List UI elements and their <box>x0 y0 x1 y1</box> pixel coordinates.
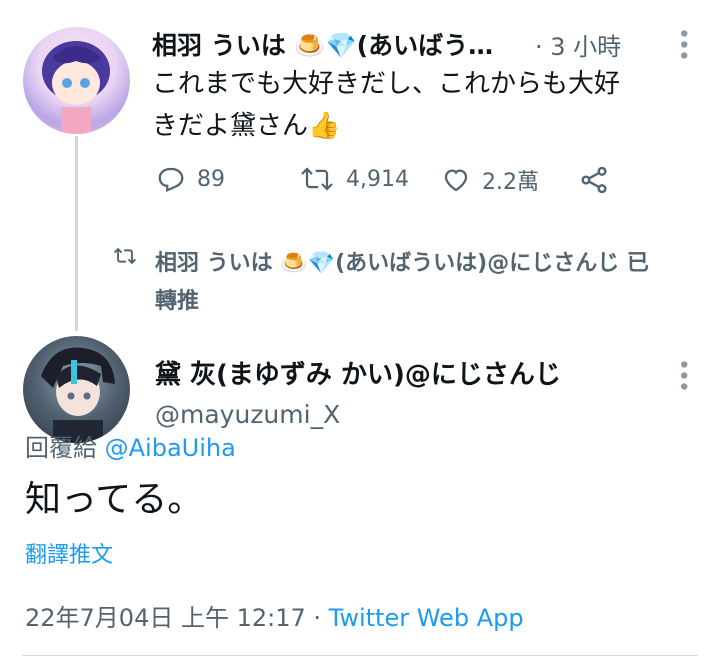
tweet-meta: 22年7月04日 上午 12:17 · Twitter Web App <box>25 598 524 633</box>
reply-button[interactable]: 89 <box>155 164 225 194</box>
reply-mention-link[interactable]: @AibaUiha <box>105 434 236 462</box>
retweet-icon <box>301 167 333 191</box>
like-button[interactable]: 2.2萬 <box>440 164 539 196</box>
reply-context: 回覆給 @AibaUiha <box>25 428 236 463</box>
translate-link[interactable]: 翻譯推文 <box>25 537 113 569</box>
retweet-note-line: 相羽 ういは 🍮💎(あいばういは)@にじさんじ 已 <box>155 251 649 276</box>
share-button[interactable] <box>578 164 610 196</box>
author-name[interactable]: 黛 灰(まゆずみ かい)@にじさんじ <box>155 354 561 391</box>
like-icon <box>444 169 468 192</box>
tweet-text-line: これまでも大好きだし、これからも大好 <box>152 69 621 99</box>
like-count: 2.2萬 <box>482 170 539 195</box>
reply-prefix: 回覆給 <box>25 434 97 462</box>
tweet-text-line: きだよ黛さん👍 <box>152 111 341 141</box>
divider <box>22 655 698 656</box>
share-icon <box>581 166 607 194</box>
retweet-note[interactable]: 相羽 ういは 🍮💎(あいばういは)@にじさんじ 已 轉推 <box>155 245 715 321</box>
source-link[interactable]: Twitter Web App <box>329 604 524 632</box>
retweet-note-line: 轉推 <box>155 289 200 314</box>
reply-icon <box>158 167 184 192</box>
more-icon[interactable]: ••• <box>670 27 695 60</box>
author-handle[interactable]: @mayuzumi_X <box>155 400 340 429</box>
tweet-text: 知ってる。 <box>25 479 204 520</box>
tweet-text: これまでも大好きだし、これからも大好 きだよ黛さん👍 <box>152 63 620 147</box>
author-name[interactable]: 相羽 ういは 🍮💎(あいばう… <box>152 26 493 62</box>
avatar[interactable] <box>23 336 130 443</box>
more-icon[interactable]: ••• <box>670 358 695 391</box>
tweet-time[interactable]: · 3 小時 <box>535 27 621 62</box>
retweet-button[interactable]: 4,914 <box>298 164 409 194</box>
avatar[interactable] <box>23 27 130 134</box>
retweet-count: 4,914 <box>346 166 409 192</box>
timestamp[interactable]: 22年7月04日 上午 12:17 · <box>25 604 329 632</box>
retweet-icon <box>112 245 138 271</box>
reply-count: 89 <box>197 166 225 192</box>
thread-line <box>75 136 78 331</box>
